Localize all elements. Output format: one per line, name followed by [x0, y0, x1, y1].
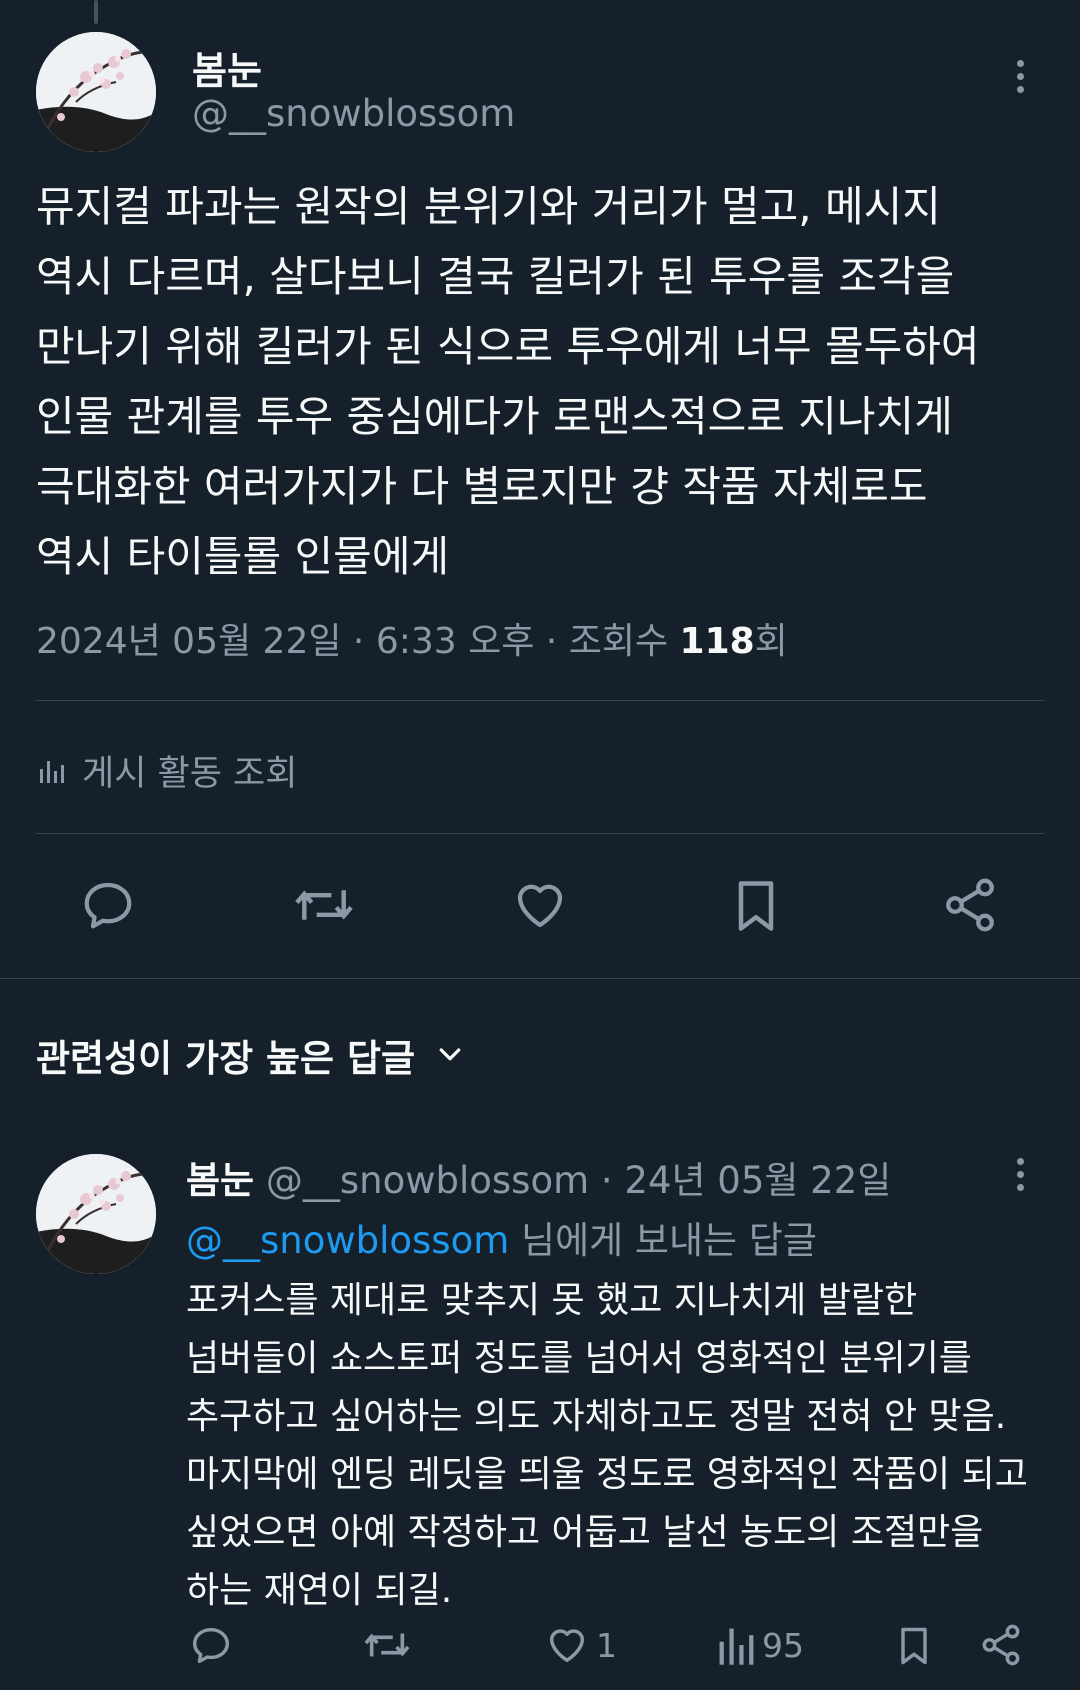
avatar-image	[36, 32, 156, 152]
reply-reply-button[interactable]	[188, 1622, 234, 1668]
reply-icon	[192, 1627, 230, 1664]
share-icon	[982, 1624, 1020, 1666]
view-count: 95	[762, 1625, 804, 1665]
reply-to-suffix: 님에게 보내는 답글	[509, 1219, 817, 1262]
reply-like-button[interactable]: 1	[544, 1622, 617, 1668]
like-icon	[549, 1629, 585, 1663]
thread-connector-line	[94, 0, 98, 24]
analytics-icon	[40, 760, 64, 783]
author-handle[interactable]: @__snowblossom	[192, 92, 515, 135]
share-button[interactable]	[940, 875, 1000, 935]
post-activity-label: 게시 활동 조회	[82, 754, 298, 794]
reply-text: 포커스를 제대로 맞추지 못 했고 지나치게 발랄한 넘버들이 쇼스토퍼 정도를…	[186, 1280, 1028, 1611]
reply-avatar[interactable]	[36, 1154, 156, 1274]
share-icon	[946, 878, 994, 932]
replies-sort-dropdown[interactable]: 관련성이 가장 높은 답글	[36, 1028, 465, 1082]
bookmark-icon	[901, 1627, 927, 1665]
divider	[36, 700, 1044, 701]
reply-author-name[interactable]: 봄눈	[186, 1159, 254, 1202]
views-count: 118	[679, 621, 755, 662]
tweet-time[interactable]: 6:33 오후	[376, 621, 535, 662]
reply-to-line: @__snowblossom 님에게 보내는 답글	[186, 1210, 817, 1264]
reply-author-handle[interactable]: @__snowblossom	[266, 1159, 589, 1202]
tweet-meta: 2024년 05월 22일 · 6:33 오후 · 조회수 118회	[36, 612, 788, 664]
reply-more-options-icon[interactable]	[1010, 1158, 1030, 1198]
more-options-icon[interactable]	[1010, 60, 1030, 100]
divider	[36, 833, 1044, 834]
views-suffix: 회	[754, 621, 788, 662]
section-divider	[0, 978, 1080, 979]
bookmark-icon	[738, 881, 774, 931]
tweet-date[interactable]: 2024년 05월 22일	[36, 621, 341, 662]
post-activity-link[interactable]: 게시 활동 조회	[36, 745, 297, 796]
reply-retweet-button[interactable]	[362, 1622, 412, 1668]
reply-share-button[interactable]	[978, 1622, 1024, 1668]
retweet-icon	[364, 1633, 410, 1657]
reply-header: 봄눈 @__snowblossom · 24년 05월 22일	[186, 1150, 891, 1204]
reply-date[interactable]: · 24년 05월 22일	[589, 1159, 891, 1202]
avatar[interactable]	[36, 32, 156, 152]
views-prefix: 조회수	[568, 621, 680, 662]
meta-separator: ·	[534, 621, 569, 662]
reply-icon	[84, 882, 132, 929]
author-name[interactable]: 봄눈	[192, 40, 262, 95]
tweet-text: 뮤지컬 파과는 원작의 분위기와 거리가 멀고, 메시지 역시 다르며, 살다보…	[36, 182, 980, 581]
retweet-button[interactable]	[292, 875, 356, 935]
reply-button[interactable]	[78, 875, 138, 935]
reply-views-button[interactable]: 95	[716, 1622, 804, 1668]
bookmark-button[interactable]	[726, 875, 786, 937]
reply-to-mention[interactable]: @__snowblossom	[186, 1219, 509, 1262]
retweet-icon	[295, 890, 353, 920]
like-icon	[517, 884, 563, 928]
replies-sort-label: 관련성이 가장 높은 답글	[36, 1037, 416, 1080]
tweet-detail-page: 봄눈 @__snowblossom 뮤지컬 파과는 원작의 분위기와 거리가 멀…	[0, 0, 1080, 1690]
like-count: 1	[596, 1625, 617, 1665]
analytics-icon	[719, 1628, 754, 1665]
reply-bookmark-button[interactable]	[892, 1622, 936, 1670]
chevron-down-icon	[439, 1048, 461, 1061]
like-button[interactable]	[510, 875, 570, 935]
avatar-image	[36, 1154, 156, 1274]
meta-separator: ·	[341, 621, 376, 662]
